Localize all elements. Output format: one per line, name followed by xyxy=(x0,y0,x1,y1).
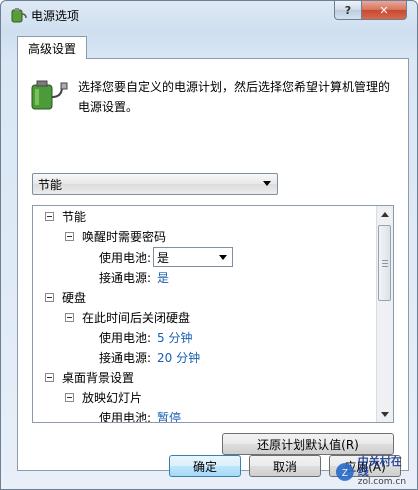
setting-label: 使用电池: xyxy=(99,410,152,423)
watermark-text: 中关村在线 zol.com.cn xyxy=(357,455,412,487)
scroll-down-icon[interactable] xyxy=(377,406,393,422)
watermark-line1: 中关村在线 xyxy=(357,455,402,478)
setting-value-link[interactable]: 5 分钟 xyxy=(157,329,192,346)
ok-button[interactable]: 确定 xyxy=(169,455,241,477)
collapse-icon[interactable] xyxy=(45,211,54,221)
power-options-icon xyxy=(9,6,27,24)
dialog-client: 高级设置 选择您要自定义的电源计划，然后选择您希望计算机管理的电源设置。 节能 xyxy=(9,29,409,471)
tree-item-hard-disk[interactable]: 硬盘 xyxy=(45,287,86,307)
close-icon: ✕ xyxy=(379,3,389,17)
collapse-icon[interactable] xyxy=(65,392,74,402)
setting-value-link[interactable]: 20 分钟 xyxy=(157,349,200,366)
collapse-icon[interactable] xyxy=(45,372,54,382)
setting-disk-plugged: 接通电源: 20 分钟 xyxy=(99,347,200,367)
title-bar[interactable]: 电源选项 ? ✕ xyxy=(1,1,417,29)
setting-plugged-in: 接通电源: 是 xyxy=(99,267,169,287)
tree-item-label: 唤醒时需要密码 xyxy=(82,229,167,244)
window-title: 电源选项 xyxy=(31,9,80,23)
power-plan-value: 节能 xyxy=(38,177,63,192)
advanced-settings-panel: 选择您要自定义的电源计划，然后选择您希望计算机管理的电源设置。 节能 节能 唤醒… xyxy=(17,58,409,471)
tree-item-label: 硬盘 xyxy=(62,290,87,305)
svg-text:Z: Z xyxy=(342,468,348,479)
battery-power-icon xyxy=(28,77,68,113)
collapse-icon[interactable] xyxy=(45,292,54,302)
watermark-line2: zol.com.cn xyxy=(357,477,407,487)
tree-item-plan[interactable]: 节能 xyxy=(45,206,86,226)
grip-line xyxy=(382,266,388,267)
vertical-scrollbar[interactable] xyxy=(376,206,393,422)
scrollbar-thumb[interactable] xyxy=(378,225,391,301)
tree-item-label: 放映幻灯片 xyxy=(82,390,143,405)
description-text: 选择您要自定义的电源计划，然后选择您希望计算机管理的电源设置。 xyxy=(78,80,391,114)
tree-item-label: 在此时间后关闭硬盘 xyxy=(82,310,191,325)
power-options-window: 电源选项 ? ✕ 高级设置 选择您要自定义的电源计划，然后选择您希望计算机管理的… xyxy=(0,0,418,490)
collapse-icon[interactable] xyxy=(65,231,74,241)
setting-label: 使用电池: xyxy=(99,250,152,265)
setting-on-battery: 使用电池: 是 xyxy=(99,247,234,267)
settings-tree[interactable]: 节能 唤醒时需要密码 使用电池: 是 接通电源: 是 硬盘 在此时间后关闭硬盘 … xyxy=(32,205,394,423)
setting-label: 接通电源: xyxy=(99,270,152,285)
help-icon: ? xyxy=(344,3,352,17)
collapse-icon[interactable] xyxy=(65,312,74,322)
setting-slideshow-battery: 使用电池: 暂停 xyxy=(99,407,181,423)
cancel-button[interactable]: 取消 xyxy=(249,455,321,477)
setting-label: 接通电源: xyxy=(99,350,152,365)
close-button[interactable]: ✕ xyxy=(361,1,407,20)
setting-label: 使用电池: xyxy=(99,330,152,345)
tree-item-wake-password[interactable]: 唤醒时需要密码 xyxy=(65,226,166,246)
tree-item-turn-off-disk[interactable]: 在此时间后关闭硬盘 xyxy=(65,307,190,327)
tree-item-slideshow[interactable]: 放映幻灯片 xyxy=(65,387,142,407)
tab-advanced-settings[interactable]: 高级设置 xyxy=(17,36,88,59)
power-plan-select[interactable]: 节能 xyxy=(32,173,278,195)
setting-value-link[interactable]: 暂停 xyxy=(157,409,181,423)
restore-defaults-button[interactable]: 还原计划默认值(R) xyxy=(222,433,394,455)
tree-item-label: 桌面背景设置 xyxy=(62,370,135,385)
setting-value-link[interactable]: 是 xyxy=(157,269,169,286)
help-button[interactable]: ? xyxy=(334,1,362,20)
setting-disk-battery: 使用电池: 5 分钟 xyxy=(99,327,193,347)
zol-logo-icon: Z xyxy=(335,463,354,481)
scroll-up-icon[interactable] xyxy=(377,206,393,222)
chevron-down-icon xyxy=(263,181,271,186)
on-battery-value: 是 xyxy=(157,250,170,265)
tree-item-desktop-bg[interactable]: 桌面背景设置 xyxy=(45,367,134,387)
on-battery-select[interactable]: 是 xyxy=(153,247,234,267)
grip-line xyxy=(382,260,388,261)
zol-watermark: Z 中关村在线 zol.com.cn xyxy=(334,455,412,487)
tree-item-label: 节能 xyxy=(62,209,87,224)
grip-line xyxy=(382,263,388,264)
chevron-down-icon xyxy=(219,255,228,260)
